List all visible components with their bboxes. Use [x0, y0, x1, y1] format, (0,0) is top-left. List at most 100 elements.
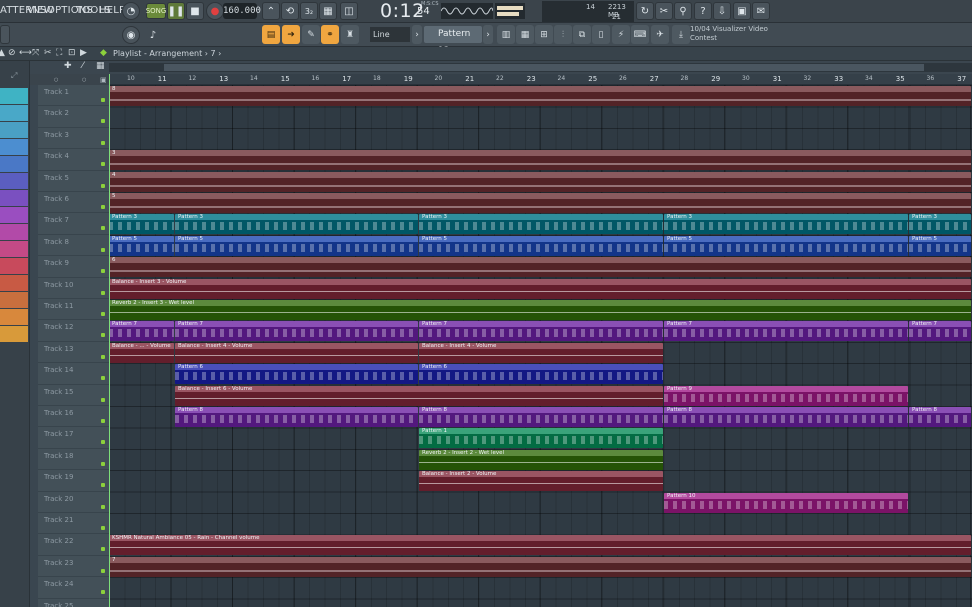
recording-dial-icon[interactable]: ◔: [122, 2, 140, 20]
song-mode-toggle[interactable]: SONG: [146, 3, 166, 19]
browser-icon[interactable]: ♜: [341, 25, 359, 44]
zoom-tool-icon[interactable]: ⊘: [8, 48, 16, 58]
header-knob-icon[interactable]: ○: [54, 77, 58, 83]
add-track-icon[interactable]: ✚: [64, 61, 72, 71]
pencil-icon[interactable]: ⁄: [82, 61, 84, 71]
track-mute-led[interactable]: [101, 590, 105, 595]
overview-scrollbar[interactable]: [109, 63, 972, 72]
pattern-clip[interactable]: Pattern 5: [419, 235, 663, 256]
track-header[interactable]: Track 1: [38, 85, 109, 107]
color-swatch[interactable]: [0, 139, 28, 155]
track-mute-led[interactable]: [101, 290, 105, 295]
color-swatch[interactable]: [0, 190, 28, 206]
file-icon[interactable]: ▯: [592, 25, 610, 44]
pattern-clip[interactable]: Pattern 5: [664, 235, 908, 256]
pattern-clip[interactable]: Pattern 3: [175, 214, 418, 235]
track-header[interactable]: Track 20: [38, 492, 109, 513]
automation-clip[interactable]: Balance - Insert 6 - Volume: [175, 385, 663, 406]
track-mute-led[interactable]: [101, 269, 105, 274]
link-icon[interactable]: ✈: [651, 25, 669, 44]
track-header[interactable]: Track 17: [38, 427, 109, 449]
audio-settings-icon[interactable]: ⚲: [674, 2, 692, 20]
piano-roll-button[interactable]: ➜: [282, 25, 300, 44]
pattern-clip[interactable]: Pattern 1: [419, 428, 663, 449]
automation-clip[interactable]: Balance - Insert 4 - Volume: [175, 342, 418, 363]
track-mute-led[interactable]: [101, 376, 105, 381]
playlist-view-button[interactable]: ▤: [262, 25, 280, 44]
playhead-marker[interactable]: [109, 74, 110, 607]
track-header[interactable]: Track 4: [38, 149, 109, 171]
track-mute-led[interactable]: [101, 312, 105, 316]
track-mute-led[interactable]: [101, 205, 105, 209]
color-swatch[interactable]: [0, 105, 28, 121]
color-swatch[interactable]: [0, 173, 28, 189]
pause-button[interactable]: ❚❚: [167, 2, 185, 20]
track-header[interactable]: Track 19: [38, 470, 109, 492]
track-header[interactable]: Track 6: [38, 192, 109, 214]
pattern-clip[interactable]: Pattern 10: [664, 492, 908, 513]
color-swatch[interactable]: [0, 326, 28, 342]
playlist-overview-bar[interactable]: ✚ ⁄ ▦: [0, 61, 972, 74]
track-header[interactable]: Track 16: [38, 406, 109, 428]
cut-icon[interactable]: ✂: [655, 2, 673, 20]
color-swatch[interactable]: [0, 156, 28, 172]
channel-list-icon[interactable]: ⊞: [535, 25, 553, 44]
color-swatch[interactable]: [0, 292, 28, 308]
select-tool-icon[interactable]: ⛶: [56, 48, 62, 58]
pattern-clip[interactable]: Pattern 5: [175, 235, 418, 256]
pattern-clip[interactable]: Pattern 8: [664, 407, 908, 427]
cut-tool-icon[interactable]: ✂: [44, 48, 52, 58]
touch-keyboard-icon[interactable]: ⌨: [631, 25, 649, 44]
pattern-clip[interactable]: Pattern 6: [419, 364, 663, 385]
plugin-icon[interactable]: ⧉: [573, 25, 591, 44]
pattern-clip[interactable]: Pattern 5: [909, 235, 971, 256]
track-header[interactable]: Track 24: [38, 577, 109, 599]
track-header[interactable]: Track 21: [38, 513, 109, 535]
pattern-clip[interactable]: Pattern 7: [419, 321, 663, 342]
track-header[interactable]: Track 5: [38, 171, 109, 192]
chat-icon[interactable]: ✉: [752, 2, 770, 20]
arrangement-number[interactable]: 7: [211, 49, 216, 58]
mixer-icon[interactable]: ⫶: [554, 25, 572, 44]
track-mute-led[interactable]: [101, 483, 105, 488]
color-swatch[interactable]: [0, 122, 28, 138]
download-icon[interactable]: ⤓: [672, 25, 690, 44]
mixer-button[interactable]: ⚭: [321, 25, 339, 44]
overview-thumb[interactable]: [164, 64, 924, 71]
tempo-display[interactable]: 160.000: [223, 3, 261, 19]
pattern-selector[interactable]: Pattern 12: [424, 26, 482, 56]
pattern-clip[interactable]: Pattern 7: [109, 321, 174, 342]
timeline-ruler[interactable]: 10 11 12 13 14 15 16 17 18 19 20 21 22 23 24 25 26 27 28 29…: [109, 74, 972, 85]
pattern-clip[interactable]: Pattern 6: [175, 364, 418, 385]
track-mute-led[interactable]: [101, 547, 105, 552]
audio-clip[interactable]: 7: [109, 556, 971, 577]
track-header[interactable]: Track 23: [38, 556, 109, 578]
metronome-icon[interactable]: ⌃: [262, 2, 280, 20]
color-swatch[interactable]: [0, 275, 28, 291]
pattern-clip[interactable]: Pattern 8: [175, 407, 418, 427]
pattern-clip[interactable]: Pattern 3: [664, 214, 908, 235]
track-mute-led[interactable]: [101, 247, 105, 252]
color-swatch[interactable]: [0, 258, 28, 274]
track-options-icon[interactable]: ▣: [100, 76, 107, 84]
playback-tool-icon[interactable]: ▶: [80, 48, 87, 58]
track-mute-led[interactable]: [101, 140, 105, 145]
pattern-arrow-icon[interactable]: ›: [483, 25, 493, 44]
track-mute-led[interactable]: [101, 504, 105, 509]
piano-roll-icon[interactable]: ▦: [516, 25, 534, 44]
master-volume-knob[interactable]: ◉: [122, 26, 140, 44]
step-edit-icon[interactable]: 3₂: [300, 2, 318, 20]
resize-handle-icon[interactable]: ⤢: [11, 71, 17, 81]
automation-clip[interactable]: Reverb 2 - Insert 2 - Wet level: [419, 449, 663, 470]
track-header[interactable]: Track 8: [38, 235, 109, 257]
track-mute-led[interactable]: [101, 461, 105, 466]
track-header[interactable]: Track 12: [38, 320, 109, 342]
automation-clip[interactable]: Balance - Insert 4 - Volume: [419, 342, 663, 363]
snap-arrow-icon[interactable]: ›: [412, 25, 422, 44]
track-mute-led[interactable]: [101, 333, 105, 338]
snap-select[interactable]: Line: [370, 27, 410, 42]
color-swatch[interactable]: [0, 207, 28, 223]
track-header[interactable]: Track 25: [38, 599, 109, 607]
mute-tool-icon[interactable]: ⤧: [32, 48, 39, 58]
pattern-clip[interactable]: Pattern 3: [109, 214, 174, 235]
